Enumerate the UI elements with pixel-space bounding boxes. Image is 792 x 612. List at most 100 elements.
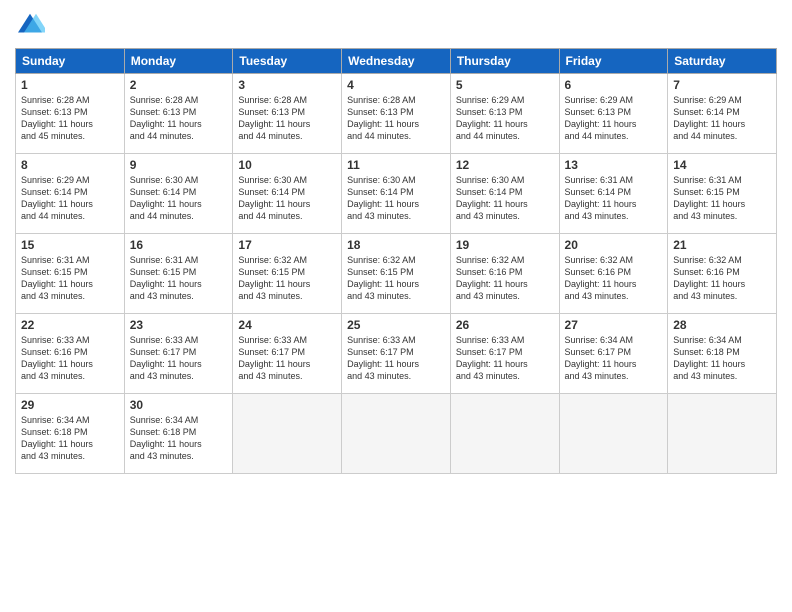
day-number: 20 [565, 238, 663, 252]
day-info: Sunrise: 6:30 AMSunset: 6:14 PMDaylight:… [347, 174, 445, 223]
calendar-cell: 6 Sunrise: 6:29 AMSunset: 6:13 PMDaylight… [559, 74, 668, 154]
calendar-cell [450, 394, 559, 474]
day-number: 7 [673, 78, 771, 92]
calendar-week-3: 15 Sunrise: 6:31 AMSunset: 6:15 PMDayligh… [16, 234, 777, 314]
day-info: Sunrise: 6:28 AMSunset: 6:13 PMDaylight:… [21, 94, 119, 143]
day-number: 21 [673, 238, 771, 252]
day-info: Sunrise: 6:29 AMSunset: 6:14 PMDaylight:… [21, 174, 119, 223]
day-number: 14 [673, 158, 771, 172]
calendar-cell: 12 Sunrise: 6:30 AMSunset: 6:14 PMDayligh… [450, 154, 559, 234]
day-info: Sunrise: 6:32 AMSunset: 6:16 PMDaylight:… [673, 254, 771, 303]
day-number: 1 [21, 78, 119, 92]
logo-icon [15, 10, 45, 40]
calendar-cell: 14Sunrise: 6:31 AMSunset: 6:15 PMDayligh… [668, 154, 777, 234]
calendar-cell: 18Sunrise: 6:32 AMSunset: 6:15 PMDayligh… [342, 234, 451, 314]
day-info: Sunrise: 6:31 AMSunset: 6:15 PMDaylight:… [21, 254, 119, 303]
day-info: Sunrise: 6:29 AMSunset: 6:13 PMDaylight:… [565, 94, 663, 143]
calendar-cell [342, 394, 451, 474]
calendar-header-row: SundayMondayTuesdayWednesdayThursdayFrid… [16, 49, 777, 74]
day-info: Sunrise: 6:32 AMSunset: 6:15 PMDaylight:… [238, 254, 336, 303]
day-info: Sunrise: 6:29 AMSunset: 6:14 PMDaylight:… [673, 94, 771, 143]
day-number: 5 [456, 78, 554, 92]
calendar-cell: 9 Sunrise: 6:30 AMSunset: 6:14 PMDaylight… [124, 154, 233, 234]
day-number: 13 [565, 158, 663, 172]
calendar-cell [233, 394, 342, 474]
day-number: 6 [565, 78, 663, 92]
day-number: 26 [456, 318, 554, 332]
day-info: Sunrise: 6:32 AMSunset: 6:16 PMDaylight:… [565, 254, 663, 303]
day-number: 22 [21, 318, 119, 332]
day-number: 10 [238, 158, 336, 172]
day-number: 23 [130, 318, 228, 332]
day-info: Sunrise: 6:34 AMSunset: 6:18 PMDaylight:… [673, 334, 771, 383]
day-info: Sunrise: 6:33 AMSunset: 6:17 PMDaylight:… [130, 334, 228, 383]
calendar-cell: 22 Sunrise: 6:33 AMSunset: 6:16 PMDayligh… [16, 314, 125, 394]
day-number: 11 [347, 158, 445, 172]
calendar-cell: 16 Sunrise: 6:31 AMSunset: 6:15 PMDayligh… [124, 234, 233, 314]
calendar-cell: 21 Sunrise: 6:32 AMSunset: 6:16 PMDayligh… [668, 234, 777, 314]
page: SundayMondayTuesdayWednesdayThursdayFrid… [0, 0, 792, 612]
day-info: Sunrise: 6:34 AMSunset: 6:18 PMDaylight:… [21, 414, 119, 463]
day-number: 18 [347, 238, 445, 252]
day-info: Sunrise: 6:34 AMSunset: 6:17 PMDaylight:… [565, 334, 663, 383]
calendar-cell: 26 Sunrise: 6:33 AMSunset: 6:17 PMDayligh… [450, 314, 559, 394]
day-info: Sunrise: 6:32 AMSunset: 6:16 PMDaylight:… [456, 254, 554, 303]
col-header-thursday: Thursday [450, 49, 559, 74]
col-header-wednesday: Wednesday [342, 49, 451, 74]
day-number: 27 [565, 318, 663, 332]
calendar-cell: 15 Sunrise: 6:31 AMSunset: 6:15 PMDayligh… [16, 234, 125, 314]
day-number: 4 [347, 78, 445, 92]
logo [15, 10, 49, 40]
calendar-cell: 8 Sunrise: 6:29 AMSunset: 6:14 PMDaylight… [16, 154, 125, 234]
day-info: Sunrise: 6:33 AMSunset: 6:17 PMDaylight:… [347, 334, 445, 383]
calendar-cell: 10 Sunrise: 6:30 AMSunset: 6:14 PMDayligh… [233, 154, 342, 234]
day-number: 29 [21, 398, 119, 412]
calendar-cell: 25 Sunrise: 6:33 AMSunset: 6:17 PMDayligh… [342, 314, 451, 394]
day-info: Sunrise: 6:33 AMSunset: 6:17 PMDaylight:… [456, 334, 554, 383]
calendar: SundayMondayTuesdayWednesdayThursdayFrid… [15, 48, 777, 474]
day-number: 19 [456, 238, 554, 252]
day-number: 28 [673, 318, 771, 332]
calendar-cell: 4 Sunrise: 6:28 AMSunset: 6:13 PMDaylight… [342, 74, 451, 154]
calendar-week-2: 8 Sunrise: 6:29 AMSunset: 6:14 PMDaylight… [16, 154, 777, 234]
day-number: 15 [21, 238, 119, 252]
col-header-tuesday: Tuesday [233, 49, 342, 74]
day-info: Sunrise: 6:31 AMSunset: 6:14 PMDaylight:… [565, 174, 663, 223]
calendar-cell: 5Sunrise: 6:29 AMSunset: 6:13 PMDaylight… [450, 74, 559, 154]
calendar-week-1: 1 Sunrise: 6:28 AMSunset: 6:13 PMDaylight… [16, 74, 777, 154]
day-number: 24 [238, 318, 336, 332]
calendar-cell: 27 Sunrise: 6:34 AMSunset: 6:17 PMDayligh… [559, 314, 668, 394]
calendar-cell: 17Sunrise: 6:32 AMSunset: 6:15 PMDayligh… [233, 234, 342, 314]
calendar-cell: 11 Sunrise: 6:30 AMSunset: 6:14 PMDayligh… [342, 154, 451, 234]
day-number: 2 [130, 78, 228, 92]
day-info: Sunrise: 6:30 AMSunset: 6:14 PMDaylight:… [238, 174, 336, 223]
day-number: 9 [130, 158, 228, 172]
day-number: 12 [456, 158, 554, 172]
calendar-cell: 19 Sunrise: 6:32 AMSunset: 6:16 PMDayligh… [450, 234, 559, 314]
day-info: Sunrise: 6:30 AMSunset: 6:14 PMDaylight:… [456, 174, 554, 223]
day-info: Sunrise: 6:34 AMSunset: 6:18 PMDaylight:… [130, 414, 228, 463]
calendar-cell: 3 Sunrise: 6:28 AMSunset: 6:13 PMDaylight… [233, 74, 342, 154]
day-info: Sunrise: 6:28 AMSunset: 6:13 PMDaylight:… [238, 94, 336, 143]
calendar-cell [668, 394, 777, 474]
day-number: 30 [130, 398, 228, 412]
calendar-cell: 28 Sunrise: 6:34 AMSunset: 6:18 PMDayligh… [668, 314, 777, 394]
day-number: 25 [347, 318, 445, 332]
day-number: 8 [21, 158, 119, 172]
calendar-cell: 30 Sunrise: 6:34 AMSunset: 6:18 PMDayligh… [124, 394, 233, 474]
col-header-friday: Friday [559, 49, 668, 74]
calendar-week-5: 29 Sunrise: 6:34 AMSunset: 6:18 PMDayligh… [16, 394, 777, 474]
calendar-cell [559, 394, 668, 474]
calendar-cell: 20 Sunrise: 6:32 AMSunset: 6:16 PMDayligh… [559, 234, 668, 314]
col-header-monday: Monday [124, 49, 233, 74]
day-number: 3 [238, 78, 336, 92]
header [15, 10, 777, 40]
calendar-cell: 29 Sunrise: 6:34 AMSunset: 6:18 PMDayligh… [16, 394, 125, 474]
day-number: 16 [130, 238, 228, 252]
day-info: Sunrise: 6:33 AMSunset: 6:16 PMDaylight:… [21, 334, 119, 383]
day-info: Sunrise: 6:28 AMSunset: 6:13 PMDaylight:… [347, 94, 445, 143]
calendar-cell: 7 Sunrise: 6:29 AMSunset: 6:14 PMDaylight… [668, 74, 777, 154]
calendar-week-4: 22 Sunrise: 6:33 AMSunset: 6:16 PMDayligh… [16, 314, 777, 394]
day-info: Sunrise: 6:31 AMSunset: 6:15 PMDaylight:… [130, 254, 228, 303]
day-info: Sunrise: 6:30 AMSunset: 6:14 PMDaylight:… [130, 174, 228, 223]
